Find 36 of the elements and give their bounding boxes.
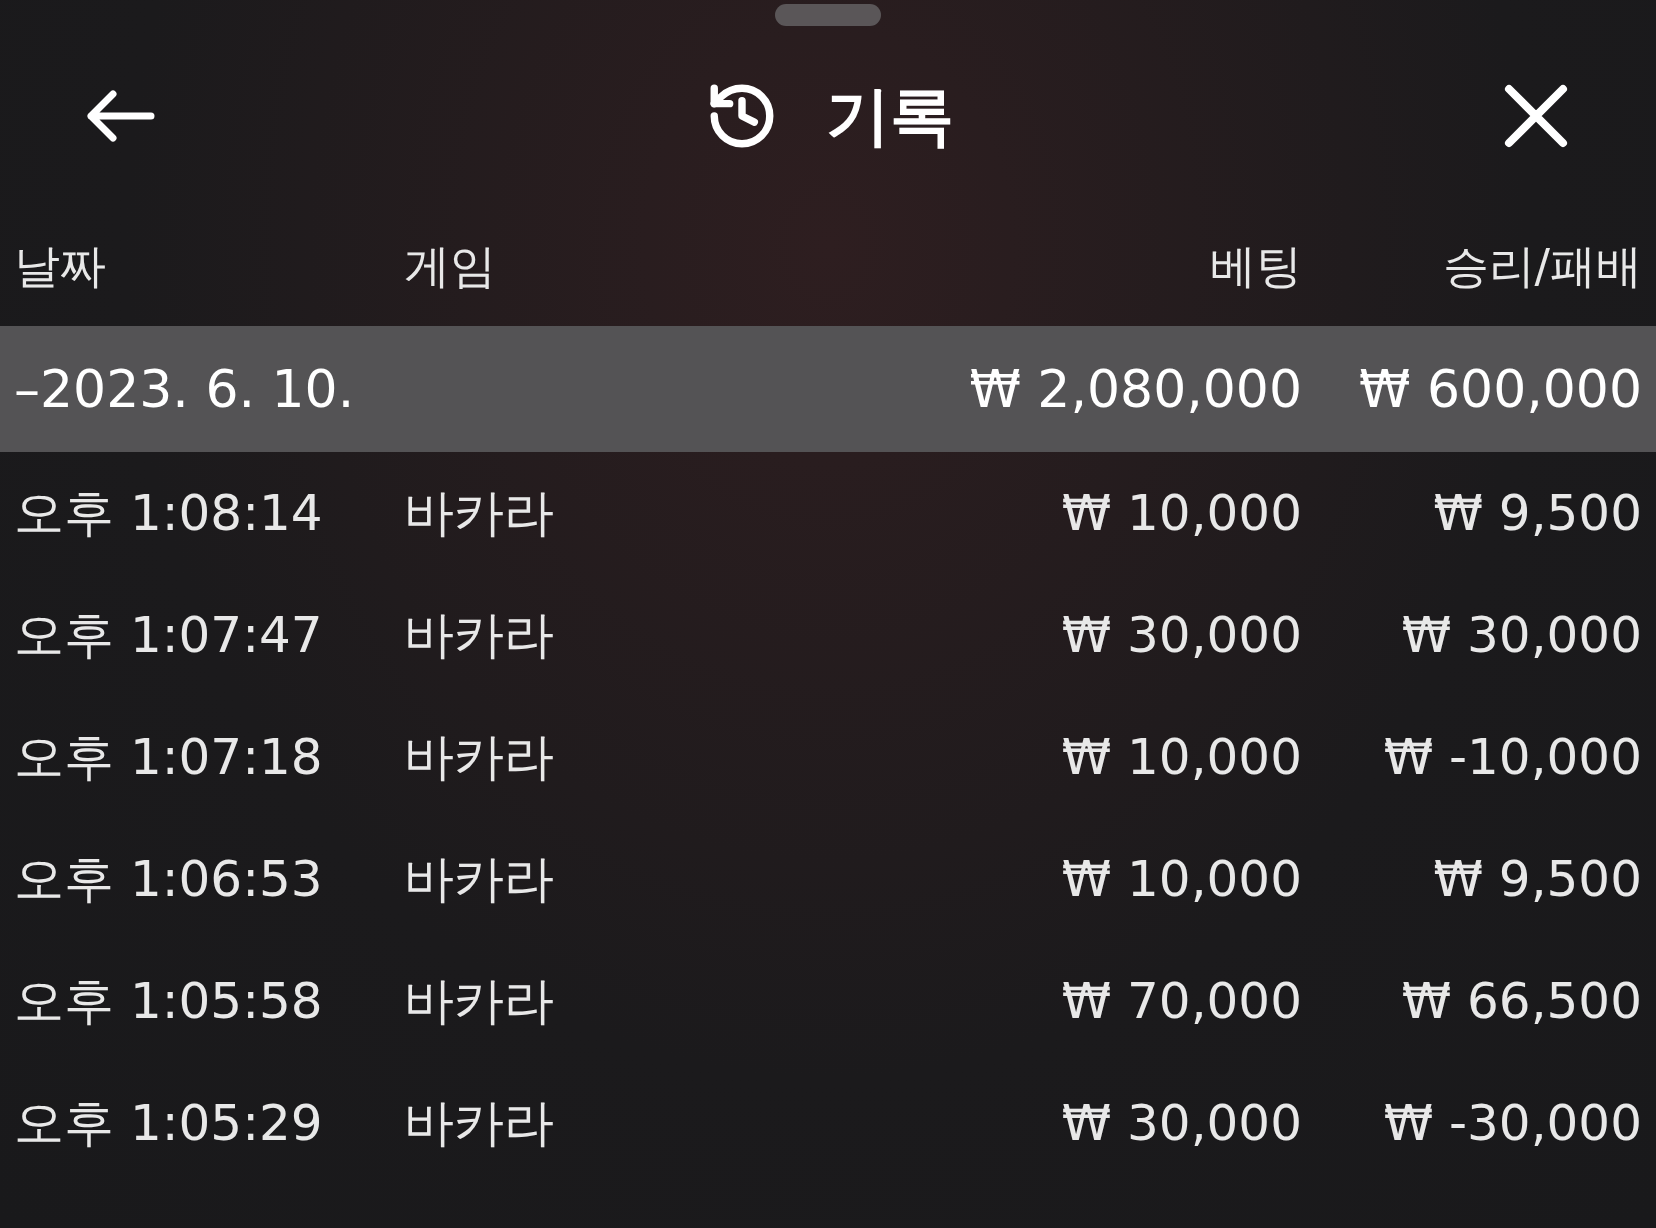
bet-cell-text: ₩ 70,000 xyxy=(1060,970,1302,1032)
window-title: 기록 xyxy=(826,78,954,155)
group-bet-total: ₩ 2,080,000 xyxy=(968,358,1302,421)
result-cell-text: ₩ 30,000 xyxy=(1400,604,1642,666)
bet-cell-text: ₩ 10,000 xyxy=(1060,848,1302,910)
game-cell-text: 바카라 xyxy=(404,726,555,788)
result-cell-text: ₩ -30,000 xyxy=(1382,1092,1642,1154)
group-result-total: ₩ 600,000 xyxy=(1358,358,1642,421)
result-cell-text: ₩ 9,500 xyxy=(1432,848,1642,910)
time-cell-text: 오후 1:08:14 xyxy=(14,482,324,544)
bet-cell-text: ₩ 10,000 xyxy=(1060,482,1302,544)
result-cell-text: ₩ 66,500 xyxy=(1400,970,1642,1032)
back-arrow-icon xyxy=(85,88,155,144)
group-date: –2023. 6. 10. xyxy=(14,358,356,421)
column-header: 날짜 xyxy=(14,237,107,295)
bet-cell-text: ₩ 30,000 xyxy=(1060,1092,1302,1154)
game-cell-text: 바카라 xyxy=(404,482,555,544)
column-header: 승리/패배 xyxy=(1441,237,1642,295)
time-cell-text: 오후 1:07:47 xyxy=(14,604,324,666)
game-cell-text: 바카라 xyxy=(404,848,555,910)
result-cell-text: ₩ -10,000 xyxy=(1382,726,1642,788)
column-header: 게임 xyxy=(404,237,497,295)
date-group-row[interactable]: –2023. 6. 10. ₩ 2,080,000 ₩ 600,000 xyxy=(0,326,1656,452)
game-cell-text: 바카라 xyxy=(404,1092,555,1154)
time-cell-text: 오후 1:05:58 xyxy=(14,970,324,1032)
result-cell-text: ₩ 9,500 xyxy=(1432,482,1642,544)
game-cell-text: 바카라 xyxy=(404,970,555,1032)
time-cell-text: 오후 1:07:18 xyxy=(14,726,324,788)
column-header: 베팅 xyxy=(1209,237,1302,295)
time-cell-text: 오후 1:05:29 xyxy=(14,1092,324,1154)
close-icon xyxy=(1503,83,1569,149)
time-cell-text: 오후 1:06:53 xyxy=(14,848,324,910)
bet-cell-text: ₩ 30,000 xyxy=(1060,604,1302,666)
bet-cell-text: ₩ 10,000 xyxy=(1060,726,1302,788)
drag-handle[interactable] xyxy=(775,4,881,26)
game-cell-text: 바카라 xyxy=(404,604,555,666)
